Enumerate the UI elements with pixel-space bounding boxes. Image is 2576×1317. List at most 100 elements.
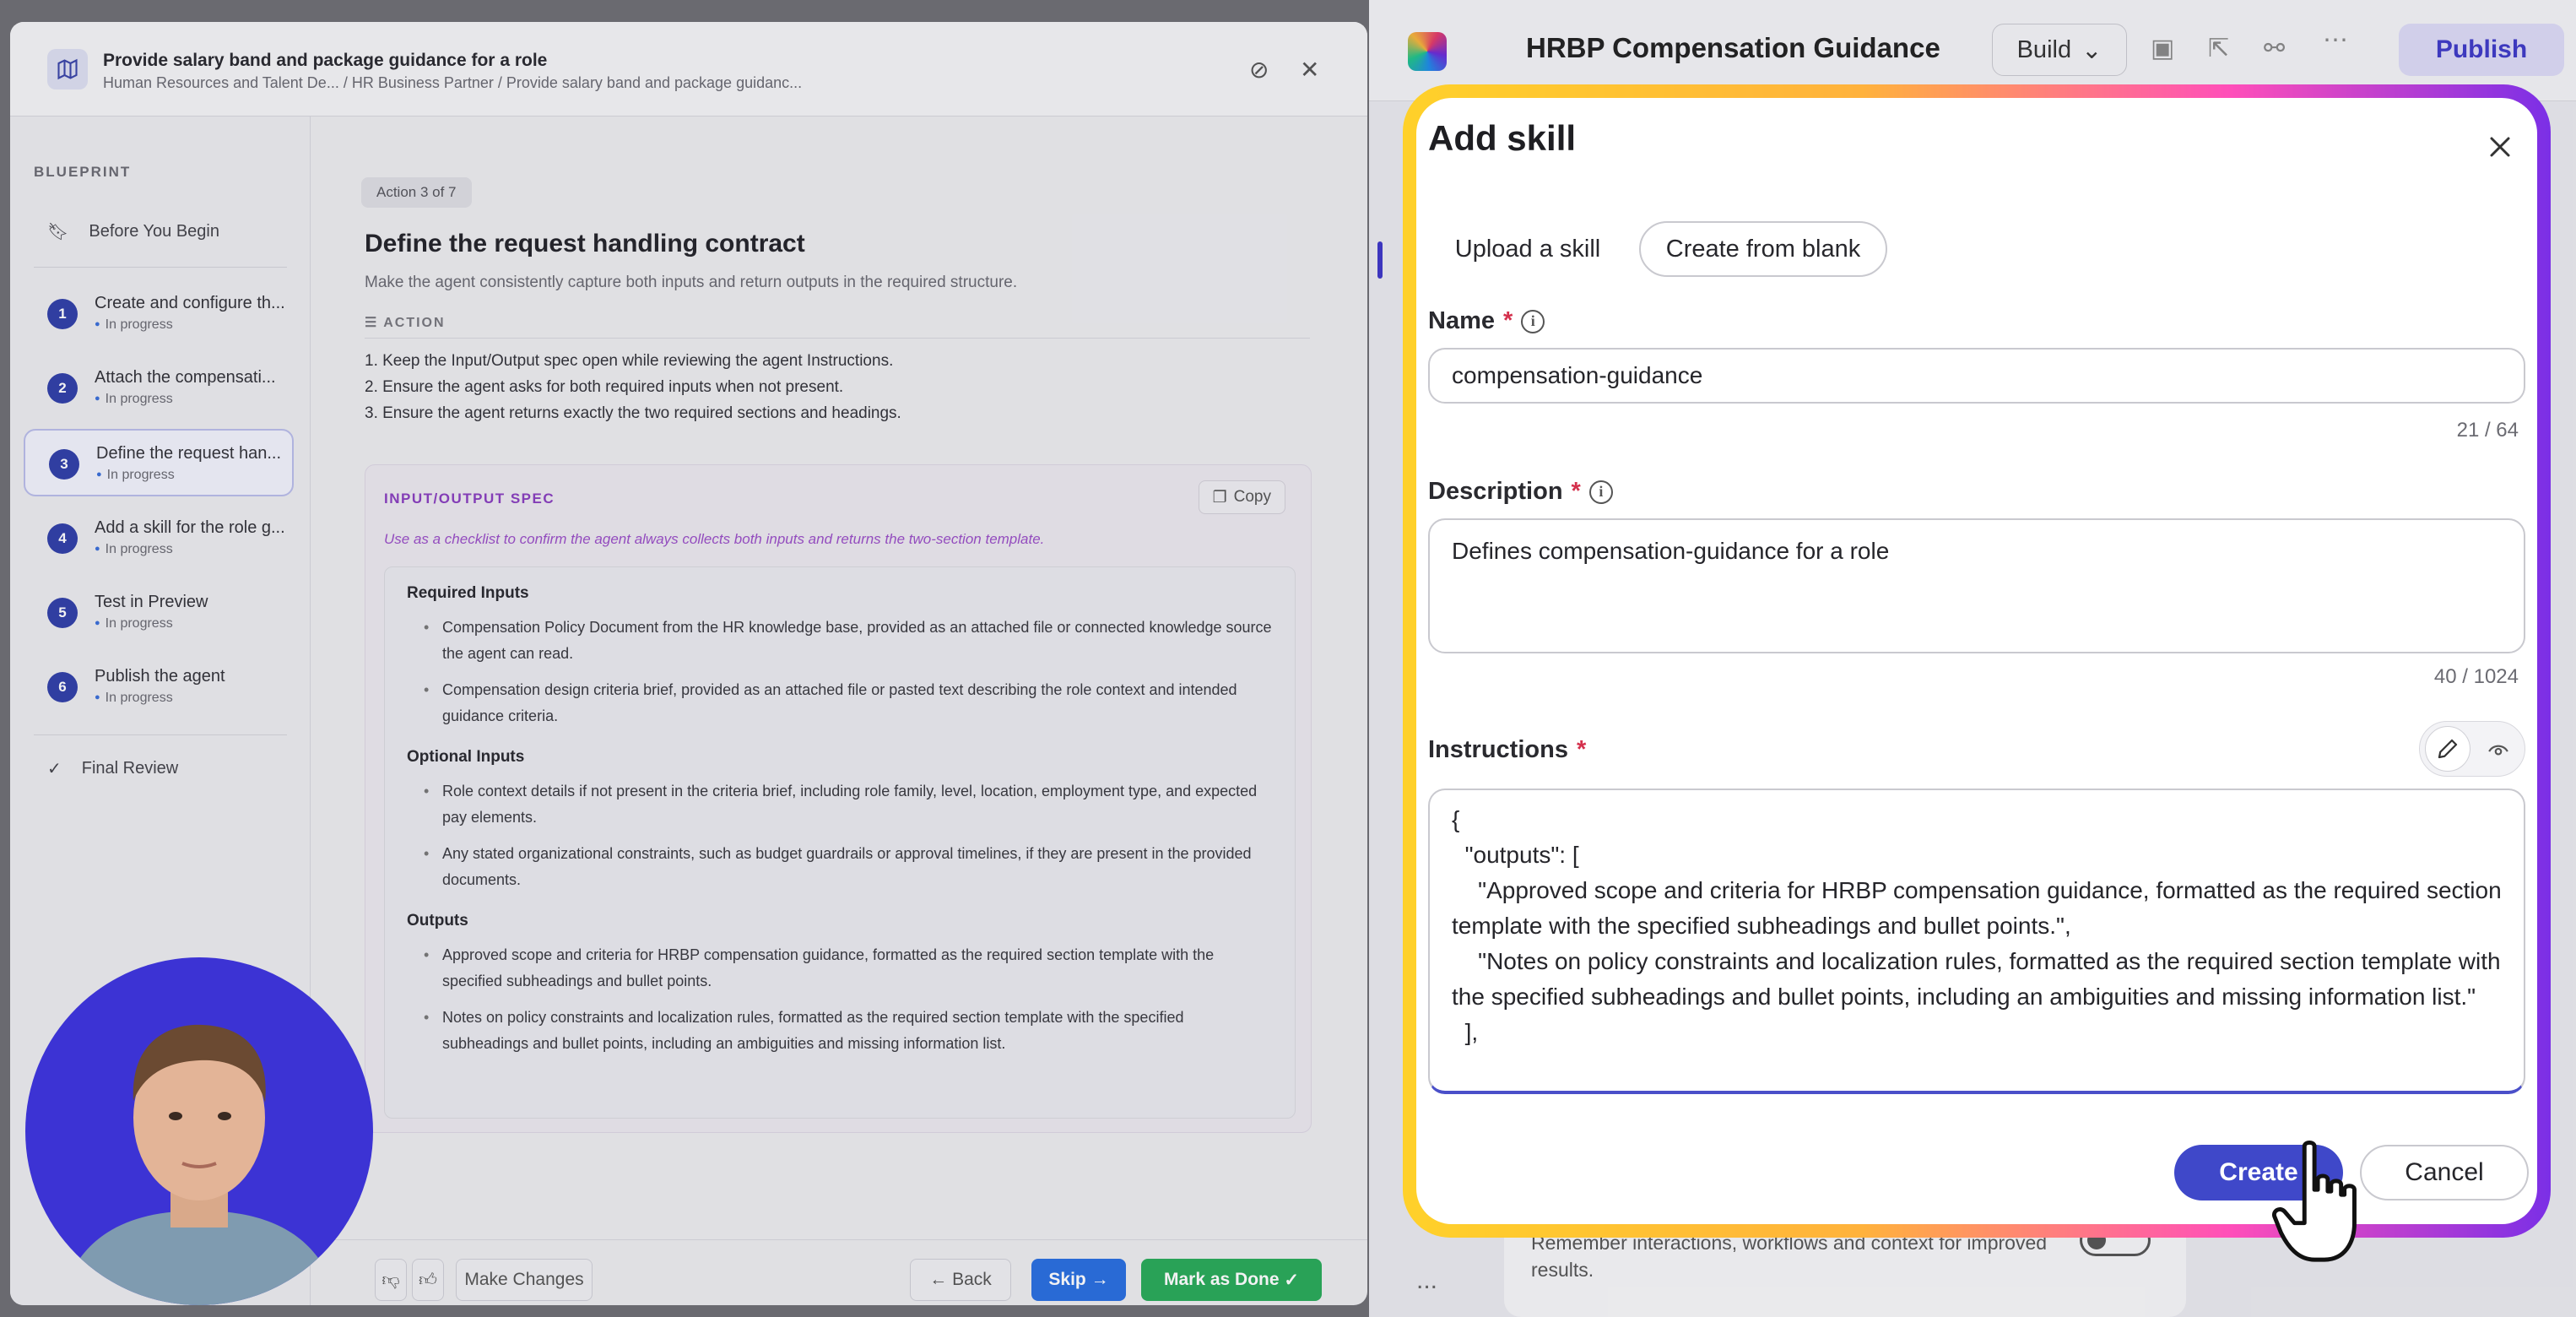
dialog-title: Add skill: [1428, 118, 1577, 158]
cancel-button[interactable]: Cancel: [2360, 1145, 2529, 1200]
action-content: Action 3 of 7 Define the request handlin…: [311, 117, 1367, 1305]
check-icon: ✓: [47, 760, 62, 778]
course-title: Provide salary band and package guidance…: [103, 51, 548, 70]
sidebar-item-step-6[interactable]: 6 Publish the agent In progress: [24, 653, 294, 721]
step-label: Publish the agent: [95, 667, 225, 686]
divider: [34, 267, 287, 268]
action-label: ☰ ACTION: [365, 314, 446, 331]
instructions-editor[interactable]: { "outputs": [ "Approved scope and crite…: [1428, 789, 2525, 1094]
more-icon[interactable]: ⋯: [2323, 25, 2348, 55]
instructions-label: Instructions *: [1428, 736, 1586, 764]
sidebar-item-step-2[interactable]: 2 Attach the compensati... In progress: [24, 355, 294, 422]
step-number: 1: [47, 299, 78, 329]
action-title: Define the request handling contract: [365, 230, 805, 257]
thumbs-down-button[interactable]: 👎︎: [375, 1259, 407, 1301]
step-number: 5: [47, 598, 78, 628]
step-number: 3: [49, 449, 79, 480]
breadcrumb: Human Resources and Talent De... / HR Bu…: [103, 74, 803, 91]
step-label: Define the request han...: [96, 444, 282, 463]
presenter-webcam: [25, 957, 373, 1305]
build-label: Build: [2016, 35, 2072, 63]
sidebar-item-step-5[interactable]: 5 Test in Preview In progress: [24, 579, 294, 647]
thumbs-up-button[interactable]: 👍︎: [412, 1259, 444, 1301]
tab-create-from-blank[interactable]: Create from blank: [1639, 221, 1887, 277]
hand-cursor-icon: [2271, 1141, 2357, 1262]
list-item: Role context details if not present in t…: [407, 778, 1273, 831]
done-label: Mark as Done: [1164, 1270, 1280, 1289]
tab-upload-skill[interactable]: Upload a skill: [1428, 221, 1627, 277]
chevron-down-icon: ⌄: [2081, 36, 2102, 64]
sidebar-item-label: Before You Begin: [89, 222, 219, 241]
sidebar-item-step-3[interactable]: 3 Define the request han... In progress: [24, 429, 294, 496]
publish-button[interactable]: Publish: [2399, 24, 2564, 76]
required-inputs-heading: Required Inputs: [407, 584, 529, 602]
mark-as-done-button[interactable]: Mark as Done ✓: [1141, 1259, 1322, 1301]
optional-inputs-list: Role context details if not present in t…: [407, 778, 1273, 893]
skip-button[interactable]: Skip →: [1031, 1259, 1126, 1301]
eye-icon: [2488, 745, 2508, 756]
outputs-heading: Outputs: [407, 912, 468, 929]
save-icon[interactable]: ▣: [2151, 34, 2174, 63]
spec-content: Required Inputs Compensation Policy Docu…: [384, 566, 1296, 1119]
action-subtitle: Make the agent consistently capture both…: [365, 274, 1018, 291]
spec-note: Use as a checklist to confirm the agent …: [384, 531, 1045, 547]
step-status: In progress: [95, 691, 173, 706]
action-step: 3. Ensure the agent returns exactly the …: [365, 404, 901, 422]
sidebar-item-step-4[interactable]: 4 Add a skill for the role g... In progr…: [24, 505, 294, 572]
more-dots[interactable]: ...: [1416, 1266, 1437, 1295]
list-item: Notes on policy constraints and localiza…: [407, 1005, 1273, 1057]
required-inputs-list: Compensation Policy Document from the HR…: [407, 615, 1273, 729]
copy-icon: ❐: [1212, 488, 1227, 507]
step-status: In progress: [95, 542, 173, 557]
outputs-list: Approved scope and criteria for HRBP com…: [407, 942, 1273, 1057]
pencil-icon: [2438, 739, 2458, 759]
step-label: Add a skill for the role g...: [95, 518, 285, 537]
action-step: 1. Keep the Input/Output spec open while…: [365, 352, 894, 370]
share-icon[interactable]: ⇱: [2208, 34, 2229, 63]
action-steps: 1. Keep the Input/Output spec open while…: [365, 348, 901, 426]
step-number: 2: [47, 373, 78, 404]
list-icon: ☰: [365, 316, 384, 330]
info-icon[interactable]: i: [1521, 309, 1545, 333]
close-icon[interactable]: ✕: [1300, 56, 1319, 84]
action-label-text: ACTION: [383, 316, 446, 330]
make-changes-button[interactable]: Make Changes: [456, 1259, 593, 1301]
sidebar-item-step-1[interactable]: 1 Create and configure th... In progress: [24, 280, 294, 348]
edit-mode-button[interactable]: [2425, 726, 2470, 772]
build-dropdown[interactable]: Build ⌄: [1992, 24, 2127, 76]
list-item: Any stated organizational constraints, s…: [407, 841, 1273, 893]
step-status: In progress: [95, 616, 173, 631]
required-marker: *: [1503, 307, 1513, 334]
spec-title: INPUT/OUTPUT SPEC: [384, 490, 555, 507]
step-status: In progress: [96, 468, 175, 483]
close-icon: [2490, 137, 2510, 157]
bookmark-icon: 🔖︎: [47, 223, 69, 241]
preview-mode-button[interactable]: [2481, 732, 2516, 767]
check-circle-icon[interactable]: ⊘: [1249, 56, 1269, 84]
info-icon[interactable]: i: [1588, 480, 1613, 504]
close-button[interactable]: [2481, 128, 2519, 165]
connections-icon[interactable]: ⚯: [2264, 34, 2285, 63]
instructions-label-text: Instructions: [1428, 736, 1568, 763]
presenter-figure: [59, 1024, 339, 1305]
name-field[interactable]: compensation-guidance: [1428, 348, 2525, 404]
back-label: Back: [952, 1270, 992, 1289]
step-label: Test in Preview: [95, 593, 208, 611]
instructions-mode-toggle: [2419, 721, 2525, 777]
action-counter: Action 3 of 7: [361, 177, 472, 208]
thumbs-up-icon: 👍︎: [419, 1271, 437, 1290]
back-button[interactable]: ← Back: [910, 1259, 1011, 1301]
action-step: 2. Ensure the agent asks for both requir…: [365, 378, 844, 396]
sidebar-item-final-review[interactable]: ✓ Final Review: [47, 758, 178, 779]
sidebar-item-before[interactable]: 🔖︎ Before You Begin: [47, 221, 219, 242]
description-label-text: Description: [1428, 478, 1563, 505]
copy-button[interactable]: ❐ Copy: [1198, 480, 1285, 514]
skip-label: Skip: [1048, 1270, 1086, 1289]
required-marker: *: [1576, 736, 1587, 763]
name-char-count: 21 / 64: [2456, 419, 2519, 442]
app-logo: [1408, 32, 1447, 71]
copy-label: Copy: [1233, 488, 1271, 506]
add-skill-dialog: Add skill Upload a skill Create from bla…: [1416, 98, 2537, 1224]
name-label-text: Name: [1428, 307, 1495, 334]
description-field[interactable]: Defines compensation-guidance for a role: [1428, 518, 2525, 653]
